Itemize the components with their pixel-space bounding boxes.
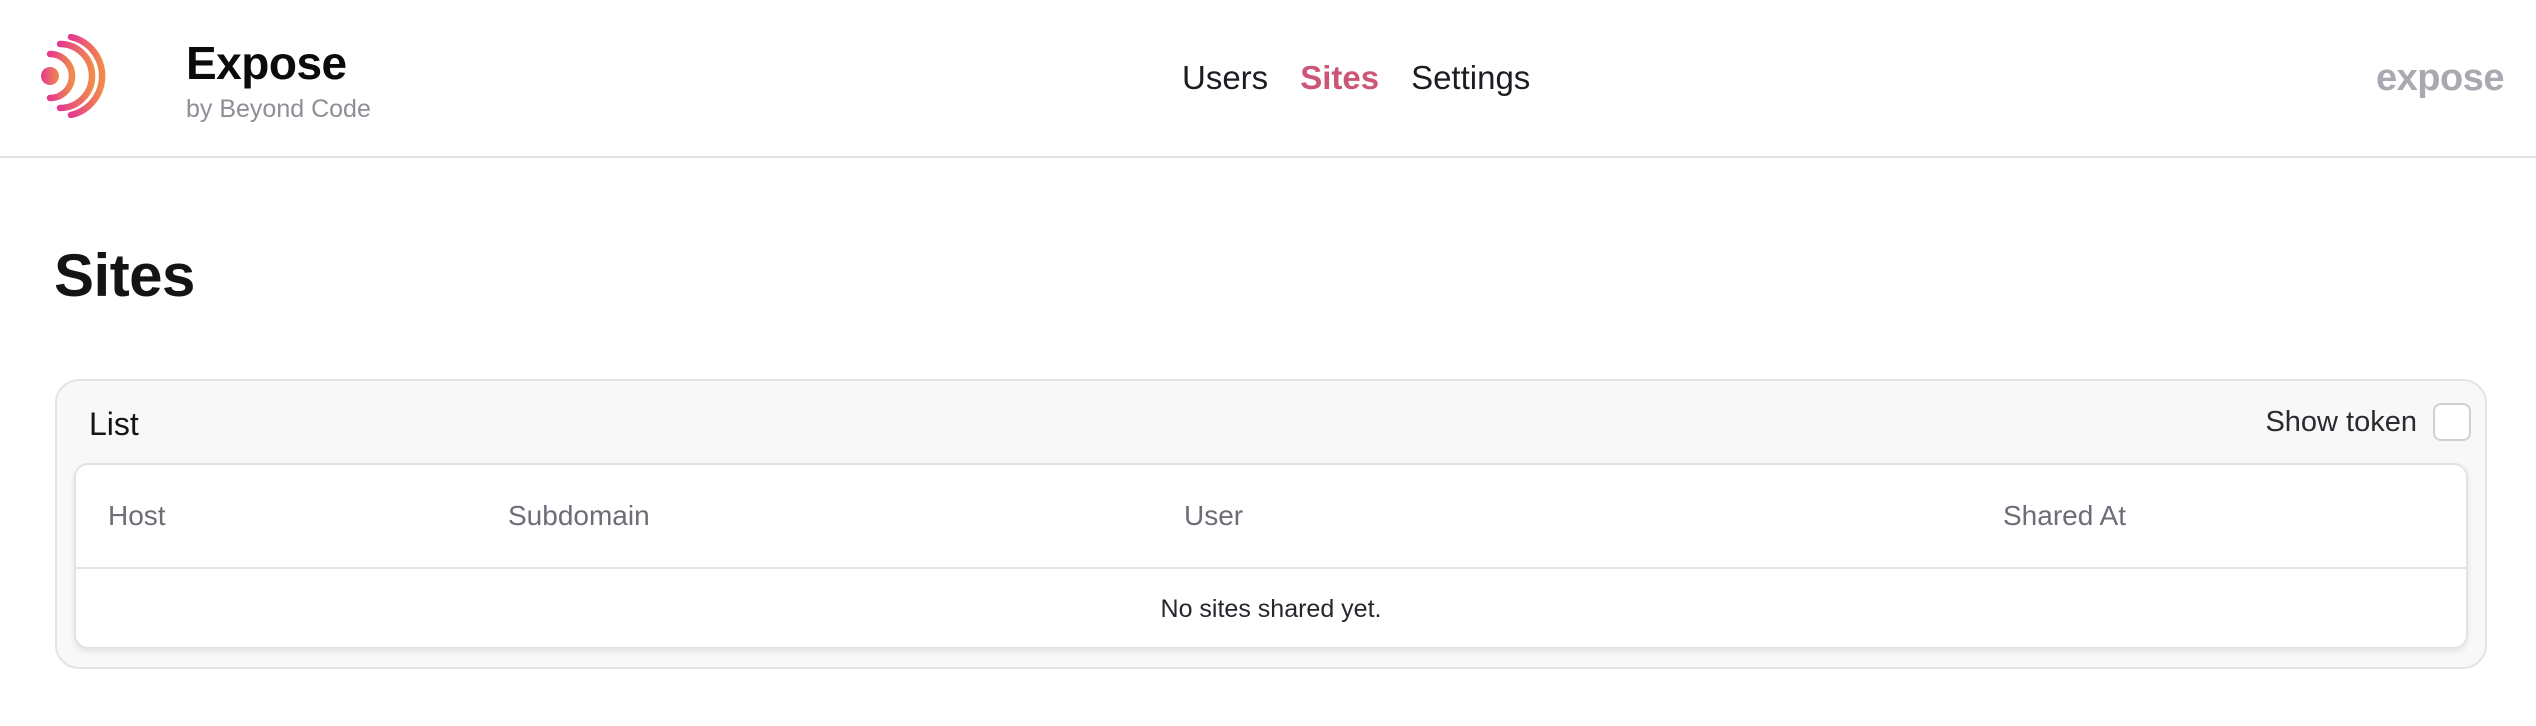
sites-table: Host Subdomain User Shared At No sites s… [74,463,2468,649]
expose-logo-icon [41,34,106,118]
nav-link-settings[interactable]: Settings [1411,58,1530,98]
nav-link-sites[interactable]: Sites [1300,58,1379,98]
brand-subtitle: by Beyond Code [186,95,371,123]
nav-link-users[interactable]: Users [1182,58,1268,98]
top-navbar: Expose by Beyond Code Users Sites Settin… [0,0,2536,158]
column-header-host: Host [108,500,166,531]
panel-title: List [89,406,139,442]
sites-list-panel: List Show token Host Subdomain User Shar… [55,379,2487,669]
column-header-user: User [1184,500,1244,531]
show-token-checkbox[interactable] [2433,403,2471,441]
brand-name: Expose [186,37,347,89]
corner-wordmark-logo: expose [2376,57,2504,99]
brand-home-link[interactable]: Expose by Beyond Code [36,34,371,124]
main-navigation: Users Sites Settings [1182,58,1530,98]
table-empty-state: No sites shared yet. [1160,595,1382,623]
show-token-label: Show token [2265,406,2417,438]
show-token-toggle[interactable]: Show token [2265,403,2471,441]
page-title: Sites [54,242,195,309]
table-header-row: Host Subdomain User Shared At [76,465,2466,569]
column-header-shared-at: Shared At [2003,500,2126,531]
brand-text: Expose by Beyond Code [186,38,371,124]
column-header-subdomain: Subdomain [508,500,650,531]
